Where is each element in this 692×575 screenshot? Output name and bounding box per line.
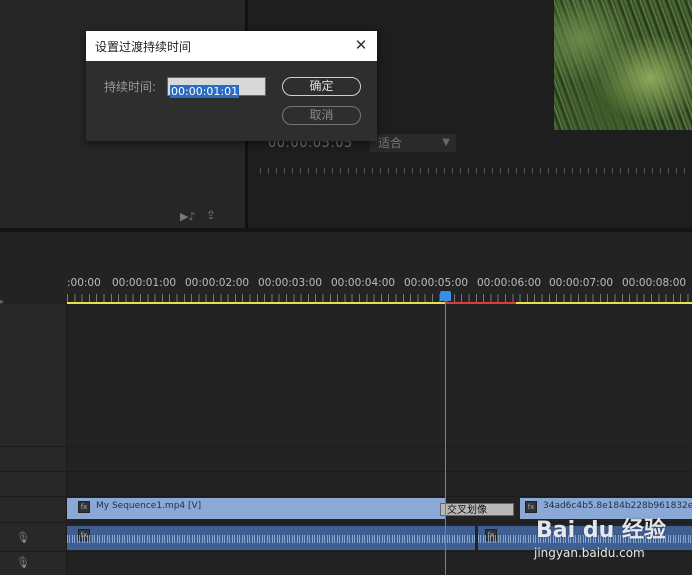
ruler-label: :00:00 [67, 277, 101, 289]
audio-output-icon[interactable]: ▶♪ [180, 210, 195, 223]
ruler-label: 00:00:05:00 [404, 277, 469, 289]
track-row-v1 [0, 496, 692, 497]
export-frame-icon[interactable]: ⇪ [206, 208, 216, 222]
track-headers [0, 304, 67, 575]
transition-clip[interactable]: 交叉划像 [440, 503, 514, 516]
duration-value: 00:00:01:01 [170, 85, 240, 98]
ruler-label: 00:00:04:00 [331, 277, 396, 289]
dialog-title: 设置过渡持续时间 [95, 40, 192, 54]
fx-badge-icon: fx [78, 501, 90, 513]
audio-waveform [67, 535, 475, 543]
ok-button[interactable]: 确定 [282, 77, 361, 96]
render-status-bar [446, 302, 516, 304]
ruler-label: 00:00:01:00 [112, 277, 177, 289]
baidu-watermark: Bai du 经验 jingyan.baidu.com [530, 500, 690, 570]
program-video-frame [554, 0, 692, 130]
duration-input[interactable]: 00:00:01:01 [167, 77, 266, 98]
fit-dropdown-value: 适合 [378, 136, 403, 150]
ruler-label: 00:00:06:00 [477, 277, 542, 289]
fit-dropdown[interactable]: 适合 ▼ [370, 134, 456, 152]
ruler-label: 00:00:07:00 [549, 277, 614, 289]
monitor-time-ruler[interactable] [260, 164, 692, 178]
ruler-label: 00:00:03:00 [258, 277, 323, 289]
ruler-label: 00:00:02:00 [185, 277, 250, 289]
cancel-button[interactable]: 取消 [282, 106, 361, 125]
close-icon[interactable]: ✕ [353, 36, 369, 54]
video-clip[interactable]: fx My Sequence1.mp4 [V] [67, 498, 445, 519]
watermark-url: jingyan.baidu.com [534, 546, 645, 560]
microphone-icon[interactable]: 🎙 [16, 531, 30, 544]
audio-clip[interactable]: fx [67, 526, 475, 550]
track-row-v3 [0, 446, 692, 447]
playhead-line[interactable] [445, 300, 446, 575]
chevron-down-icon: ▼ [442, 137, 450, 148]
watermark-logo: Bai du 经验 [536, 518, 666, 543]
duration-label: 持续时间: [104, 80, 157, 94]
ruler-ticks [67, 294, 692, 302]
ruler-label: 00:00:08:00 [622, 277, 687, 289]
playhead-handle[interactable] [440, 291, 451, 301]
transition-duration-dialog: 设置过渡持续时间 ✕ 持续时间: 00:00:01:01 确定 取消 [86, 31, 377, 141]
clip-label: My Sequence1.mp4 [V] [96, 501, 202, 511]
work-area-bar[interactable] [67, 302, 692, 304]
microphone-icon[interactable]: 🎙 [16, 556, 30, 569]
track-row-v2 [0, 471, 692, 472]
dialog-titlebar[interactable]: 设置过渡持续时间 ✕ [86, 31, 377, 61]
